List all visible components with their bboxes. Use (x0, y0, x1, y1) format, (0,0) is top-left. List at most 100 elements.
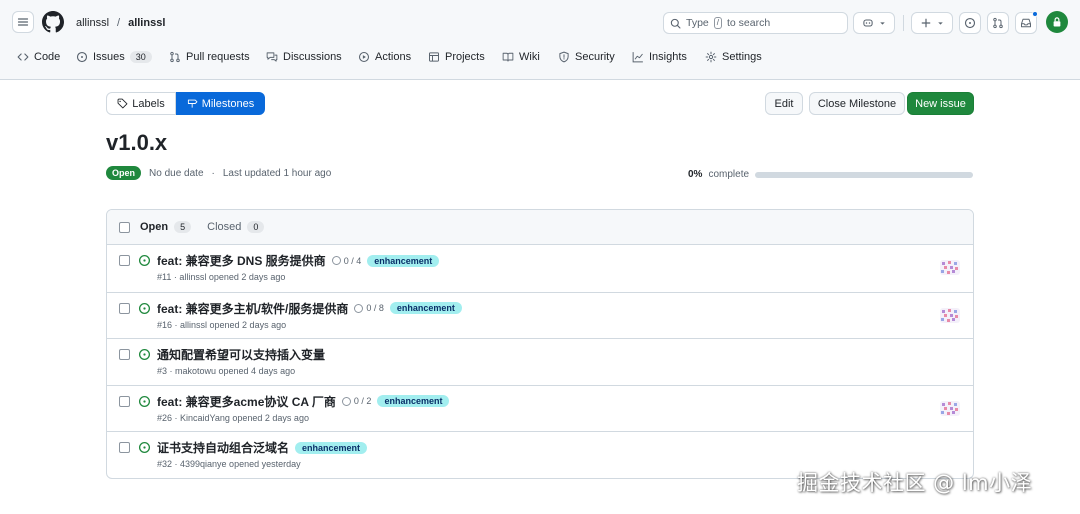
issues-list-header: Open 5 Closed 0 (107, 210, 973, 245)
new-issue-button[interactable]: New issue (907, 92, 974, 115)
issue-row[interactable]: feat: 兼容更多主机/软件/服务提供商 0 / 8 enhancement #16… (107, 291, 973, 339)
chevron-down-icon (937, 21, 943, 25)
issue-checkbox[interactable] (119, 302, 130, 314)
tab-label: Discussions (283, 51, 342, 63)
inbox-icon (1021, 18, 1031, 28)
issue-row[interactable]: 通知配置希望可以支持插入变量 #3 · makotowu opened 4 day… (107, 338, 973, 385)
open-label: Open (140, 221, 169, 233)
issue-title-line: feat: 兼容更多主机/软件/服务提供商 0 / 8 enhancement (157, 300, 462, 317)
issue-label[interactable]: enhancement (295, 441, 368, 454)
copilot-button[interactable] (853, 12, 895, 34)
breadcrumb-separator: / (117, 17, 121, 29)
tab-discussions[interactable]: Discussions (266, 51, 342, 63)
assignee-avatar-icon[interactable] (940, 260, 960, 275)
due-date: No due date (149, 167, 204, 179)
owner-link[interactable]: allinssl (76, 17, 109, 29)
search-input[interactable]: Type / to search (663, 12, 848, 34)
milestone-progress: 0% complete (688, 169, 974, 180)
tab-label: Code (34, 51, 61, 63)
issue-title[interactable]: feat: 兼容更多 DNS 服务提供商 (157, 252, 326, 269)
issue-title[interactable]: feat: 兼容更多acme协议 CA 厂商 (157, 393, 336, 410)
tab-wiki[interactable]: Wiki (502, 51, 540, 63)
edit-button[interactable]: Edit (765, 92, 803, 115)
tab-label: Issues (93, 51, 125, 63)
assignee-avatar-icon[interactable] (940, 307, 960, 323)
issue-opened-icon (138, 254, 151, 267)
comment-discussion-icon (266, 52, 278, 62)
notification-dot (1032, 11, 1038, 17)
search-icon (670, 18, 681, 29)
tab-insights[interactable]: Insights (632, 51, 687, 63)
open-issues-filter[interactable]: Open 5 (140, 221, 192, 233)
assignee-avatar-icon[interactable] (940, 400, 960, 416)
issue-opened-icon (138, 348, 151, 361)
issue-title-line: feat: 兼容更多acme协议 CA 厂商 0 / 2 enhancement (157, 393, 450, 410)
task-progress-ring-icon (354, 303, 364, 313)
hamburger-icon (17, 18, 29, 26)
issue-meta: #26 · KincaidYang opened 2 days ago (157, 412, 309, 423)
tab-security[interactable]: Security (558, 51, 615, 63)
graph-icon (632, 52, 643, 63)
issue-checkbox[interactable] (119, 255, 130, 266)
pull-requests-shortcut-button[interactable] (987, 12, 1009, 34)
issue-checkbox[interactable] (119, 349, 130, 360)
status-badge: Open (106, 166, 142, 180)
repo-link[interactable]: allinssl (128, 17, 165, 29)
milestones-button[interactable]: Milestones (176, 92, 265, 115)
task-progress-ring-icon (341, 396, 351, 406)
issue-title[interactable]: feat: 兼容更多主机/软件/服务提供商 (157, 300, 348, 317)
tab-label: Settings (722, 51, 762, 63)
issue-meta: #32 · 4399qianye opened yesterday (157, 459, 301, 469)
task-progress: 0 / 8 (354, 303, 384, 313)
search-placeholder-suffix: to search (727, 17, 771, 29)
issue-label[interactable]: enhancement (377, 395, 450, 407)
issue-title[interactable]: 通知配置希望可以支持插入变量 (157, 346, 325, 363)
closed-issues-filter[interactable]: Closed 0 (207, 221, 265, 233)
issue-meta: #16 · allinssl opened 2 days ago (157, 319, 287, 330)
select-all-checkbox[interactable] (119, 221, 130, 233)
issue-meta: #11 · allinssl opened 2 days ago (157, 272, 286, 282)
tab-label: Wiki (519, 51, 540, 63)
issue-title-line: 通知配置希望可以支持插入变量 (157, 346, 325, 363)
last-updated: Last updated 1 hour ago (222, 167, 332, 179)
issue-label[interactable]: enhancement (389, 302, 462, 314)
labels-button[interactable]: Labels (106, 92, 176, 115)
tab-label: Projects (445, 51, 485, 63)
play-icon (358, 51, 370, 63)
shield-icon (559, 51, 569, 63)
create-new-button[interactable] (911, 12, 953, 34)
tab-projects[interactable]: Projects (428, 51, 485, 63)
tab-pull-requests[interactable]: Pull requests (169, 51, 250, 63)
issue-row[interactable]: feat: 兼容更多 DNS 服务提供商 0 / 4 enhancement #11 … (107, 245, 973, 292)
open-count: 5 (174, 221, 192, 233)
tab-code[interactable]: Code (17, 51, 60, 63)
closed-count: 0 (247, 221, 265, 233)
issue-opened-icon (76, 51, 88, 63)
watermark: 掘金技术社区 @ lm小泽 (797, 471, 1033, 495)
tab-settings[interactable]: Settings (705, 51, 762, 63)
labels-label: Labels (132, 97, 165, 110)
github-logo-icon[interactable] (42, 11, 64, 33)
issue-row[interactable]: feat: 兼容更多acme协议 CA 厂商 0 / 2 enhancement #2… (107, 384, 973, 432)
close-milestone-button[interactable]: Close Milestone (809, 92, 905, 115)
avatar[interactable] (1046, 11, 1068, 33)
issue-checkbox[interactable] (119, 395, 130, 407)
app-header: allinssl / allinssl Type / to search Cod… (0, 0, 1080, 80)
tab-actions[interactable]: Actions (358, 51, 411, 63)
tab-label: Pull requests (186, 51, 250, 63)
breadcrumb: allinssl / allinssl (76, 17, 165, 29)
git-pull-request-icon (993, 17, 1003, 29)
divider (903, 15, 904, 31)
chevron-down-icon (879, 21, 885, 25)
issue-title[interactable]: 证书支持自动组合泛域名 (157, 439, 289, 456)
issue-label[interactable]: enhancement (367, 254, 440, 267)
menu-button[interactable] (12, 11, 34, 33)
issue-checkbox[interactable] (119, 442, 130, 453)
tab-issues[interactable]: Issues 30 (76, 51, 152, 63)
top-bar: allinssl / allinssl Type / to search (0, 0, 1080, 42)
tab-label: Insights (649, 51, 687, 63)
issue-title-line: feat: 兼容更多 DNS 服务提供商 0 / 4 enhancement (157, 252, 440, 269)
issues-counter: 30 (129, 51, 152, 63)
issues-shortcut-button[interactable] (959, 12, 981, 34)
milestone-meta: Open No due date · Last updated 1 hour a… (106, 166, 331, 180)
